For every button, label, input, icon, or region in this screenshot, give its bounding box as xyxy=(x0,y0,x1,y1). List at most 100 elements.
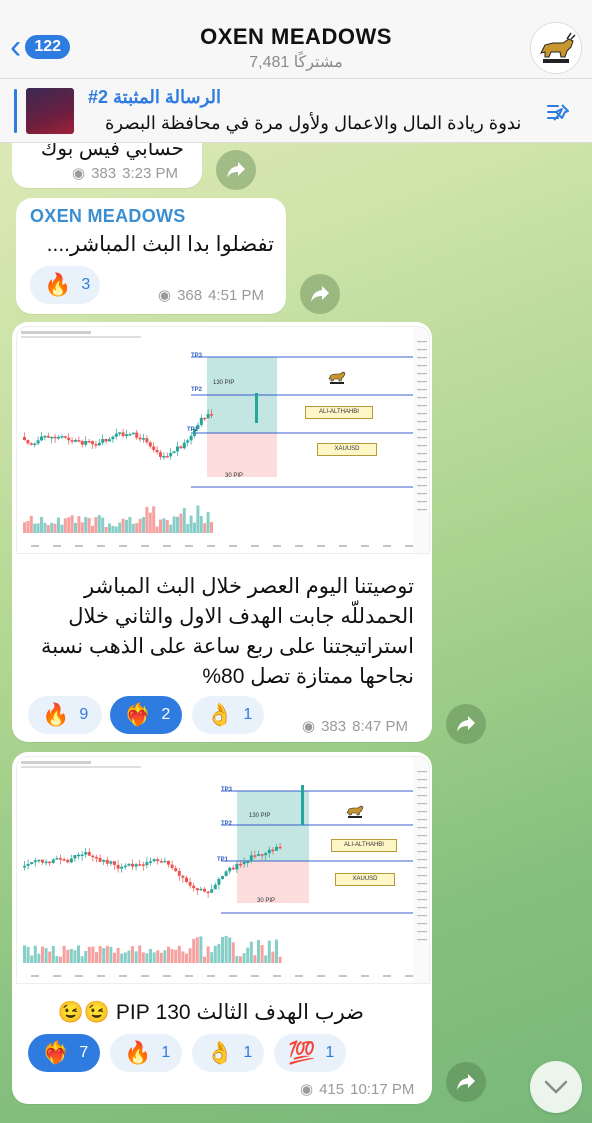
volume-bar xyxy=(128,517,132,533)
volume-bar xyxy=(145,953,149,963)
message-bubble[interactable]: TP3 TP2 TP1 130 PIP 30 PIP ALI-ALTHAHBI … xyxy=(12,322,432,742)
reaction-heart-on-fire[interactable]: ❤️‍🔥 7 xyxy=(28,1034,100,1072)
volume-bar xyxy=(189,515,193,533)
price-tick xyxy=(417,883,427,885)
volume-bar xyxy=(275,939,278,963)
candle-body xyxy=(172,451,176,453)
candle-body xyxy=(97,442,101,446)
volume-bar xyxy=(217,943,221,963)
candle-body xyxy=(44,861,48,864)
reaction-fire[interactable]: 🔥 3 xyxy=(30,266,100,304)
share-button[interactable] xyxy=(446,704,486,744)
bull-logo-icon xyxy=(346,805,364,818)
reaction-heart-on-fire[interactable]: ❤️‍🔥 2 xyxy=(110,696,182,734)
candle-body xyxy=(271,849,275,852)
volume-bar xyxy=(80,522,84,533)
volume-bar xyxy=(131,946,134,963)
reaction-fire[interactable]: 🔥 1 xyxy=(110,1034,182,1072)
candle-body xyxy=(109,861,113,864)
volume-bar xyxy=(177,945,181,963)
time-tick xyxy=(405,545,413,547)
price-axis xyxy=(413,327,429,553)
message-bubble[interactable]: TP3 TP2 TP1 130 PIP 30 PIP ALI-ALTHAHBI … xyxy=(12,752,432,1104)
price-tick xyxy=(417,429,427,431)
reaction-count: 1 xyxy=(325,1044,335,1061)
reaction-ok-hand[interactable]: 👌 1 xyxy=(192,1034,264,1072)
volume-bar xyxy=(167,946,170,963)
volume-bar xyxy=(170,949,174,963)
candle-body xyxy=(228,867,232,872)
candle-body xyxy=(159,452,162,457)
share-button[interactable] xyxy=(216,150,256,190)
pinned-message-bar[interactable]: #2 الرسالة المثبتة ندوة ريادة المال والا… xyxy=(0,79,592,143)
time-tick xyxy=(339,545,347,547)
volume-bar xyxy=(104,526,108,533)
reaction-count: 3 xyxy=(81,276,91,293)
volume-bar xyxy=(159,952,163,963)
volume-bar xyxy=(40,516,43,533)
share-arrow-icon xyxy=(311,286,329,302)
heart-on-fire-emoji-icon: ❤️‍🔥 xyxy=(42,1040,70,1065)
volume-bar xyxy=(109,946,113,963)
price-tick xyxy=(417,341,427,343)
share-button[interactable] xyxy=(446,1062,486,1102)
reaction-count: 2 xyxy=(161,706,171,723)
candle-body xyxy=(62,859,66,861)
channel-avatar[interactable] xyxy=(530,22,582,74)
volume-bar xyxy=(41,946,44,963)
candle-body xyxy=(114,433,118,437)
candle-body xyxy=(118,432,122,434)
pin-list-icon[interactable] xyxy=(544,99,572,132)
price-tick xyxy=(417,445,427,447)
volume-bar xyxy=(271,951,275,963)
candle-body xyxy=(301,785,304,825)
channel-title[interactable]: OXEN MEADOWS xyxy=(0,24,592,50)
chart-image[interactable]: TP3 TP2 TP1 130 PIP 30 PIP ALI-ALTHAHBI … xyxy=(16,756,430,984)
price-tick xyxy=(417,509,427,511)
ok-hand-emoji-icon: 👌 xyxy=(206,1040,234,1065)
candle-body xyxy=(50,436,54,439)
views-eye-icon: ◉ xyxy=(300,1081,314,1098)
volume-bar xyxy=(53,523,57,533)
price-tick xyxy=(417,349,427,351)
candle-body xyxy=(169,452,173,457)
candle-body xyxy=(30,862,34,865)
reaction-count: 1 xyxy=(161,1044,171,1061)
message-bubble[interactable]: OXEN MEADOWS تفضلوا بدا البث المباشر....… xyxy=(16,198,286,314)
scroll-to-bottom-button[interactable] xyxy=(530,1061,582,1113)
pinned-text: ندوة ريادة المال والاعمال ولأول مرة في م… xyxy=(105,113,522,133)
candle-body xyxy=(242,861,246,865)
reaction-fire[interactable]: 🔥 9 xyxy=(28,696,102,734)
price-tick xyxy=(417,779,427,781)
chart-header-line xyxy=(21,766,141,768)
chart-image[interactable]: TP3 TP2 TP1 130 PIP 30 PIP ALI-ALTHAHBI … xyxy=(16,326,430,554)
volume-bar xyxy=(193,522,196,533)
price-tick xyxy=(417,373,427,375)
time-tick xyxy=(53,975,61,977)
price-tick xyxy=(417,931,427,933)
candle-body xyxy=(134,864,138,867)
volume-bar xyxy=(77,945,80,963)
candle-body xyxy=(121,432,125,437)
candle-body xyxy=(33,860,37,863)
candle-body xyxy=(51,859,55,863)
volume-bar xyxy=(210,521,213,533)
price-tick xyxy=(417,891,427,893)
volume-bar xyxy=(163,950,167,963)
candle-body xyxy=(260,854,264,856)
time-tick xyxy=(97,545,105,547)
reaction-count: 9 xyxy=(79,706,89,723)
volume-bar xyxy=(36,523,40,533)
price-tick xyxy=(417,803,427,805)
sender-name[interactable]: OXEN MEADOWS xyxy=(30,206,186,227)
volume-bar xyxy=(111,525,115,533)
reaction-hundred[interactable]: 💯 1 xyxy=(274,1034,346,1072)
reaction-ok-hand[interactable]: 👌 1 xyxy=(192,696,264,734)
price-tick xyxy=(417,899,427,901)
candle-body xyxy=(80,854,84,857)
share-button[interactable] xyxy=(300,274,340,314)
candle-body xyxy=(145,438,149,443)
candle-body xyxy=(167,860,170,865)
price-tick xyxy=(417,811,427,813)
price-tick xyxy=(417,469,427,471)
